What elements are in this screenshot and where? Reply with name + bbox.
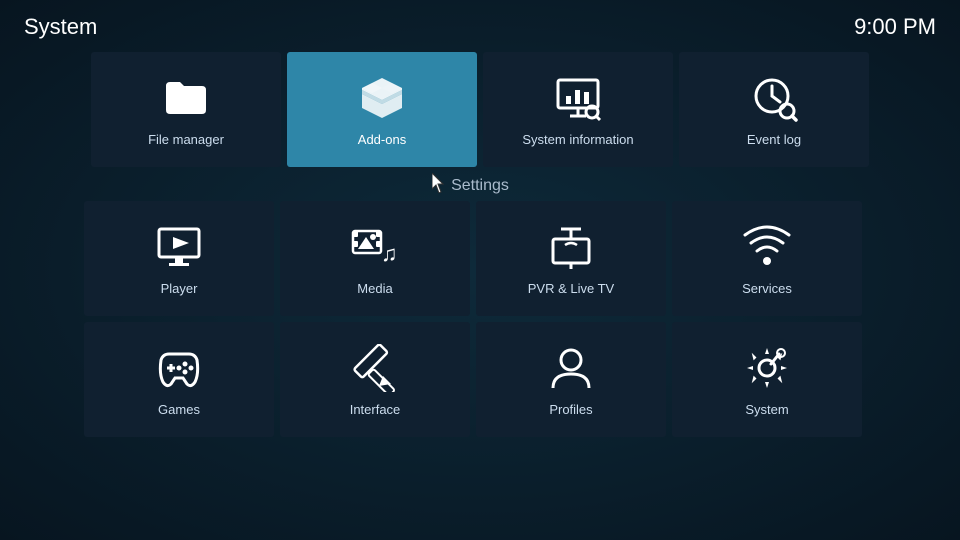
tile-profiles-label: Profiles bbox=[549, 402, 592, 417]
settings-row-1: Player ♫ Media bbox=[0, 201, 960, 316]
tile-file-manager[interactable]: File manager bbox=[91, 52, 281, 167]
tile-services-label: Services bbox=[742, 281, 792, 296]
profiles-icon bbox=[545, 342, 597, 394]
interface-icon bbox=[349, 342, 401, 394]
app-title: System bbox=[24, 14, 97, 40]
tile-profiles[interactable]: Profiles bbox=[476, 322, 666, 437]
player-icon bbox=[153, 221, 205, 273]
eventlog-icon bbox=[748, 72, 800, 124]
tile-player-label: Player bbox=[161, 281, 198, 296]
tile-system-information[interactable]: System information bbox=[483, 52, 673, 167]
tile-pvr[interactable]: PVR & Live TV bbox=[476, 201, 666, 316]
pvr-icon bbox=[545, 221, 597, 273]
tile-games[interactable]: Games bbox=[84, 322, 274, 437]
tile-file-manager-label: File manager bbox=[148, 132, 224, 147]
tile-system-information-label: System information bbox=[522, 132, 633, 147]
header: System 9:00 PM bbox=[0, 0, 960, 48]
tile-add-ons-label: Add-ons bbox=[358, 132, 406, 147]
media-icon: ♫ bbox=[349, 221, 401, 273]
tile-interface[interactable]: Interface bbox=[280, 322, 470, 437]
games-icon bbox=[153, 342, 205, 394]
tile-interface-label: Interface bbox=[350, 402, 401, 417]
addons-icon bbox=[356, 72, 408, 124]
tile-media-label: Media bbox=[357, 281, 392, 296]
top-tiles-row: File manager Add-ons bbox=[0, 52, 960, 167]
settings-row-2: Games Interface bbox=[0, 322, 960, 437]
system-settings-icon bbox=[741, 342, 793, 394]
tile-player[interactable]: Player bbox=[84, 201, 274, 316]
tile-media[interactable]: ♫ Media bbox=[280, 201, 470, 316]
folder-icon bbox=[160, 72, 212, 124]
main-container: System 9:00 PM File manager bbox=[0, 0, 960, 540]
sysinfo-icon bbox=[552, 72, 604, 124]
tile-services[interactable]: Services bbox=[672, 201, 862, 316]
tile-event-log[interactable]: Event log bbox=[679, 52, 869, 167]
settings-label: Settings bbox=[0, 177, 960, 195]
services-icon bbox=[741, 221, 793, 273]
clock: 9:00 PM bbox=[854, 14, 936, 40]
svg-text:♫: ♫ bbox=[381, 241, 398, 266]
tile-games-label: Games bbox=[158, 402, 200, 417]
tile-add-ons[interactable]: Add-ons bbox=[287, 52, 477, 167]
tile-system-settings[interactable]: System bbox=[672, 322, 862, 437]
tile-system-settings-label: System bbox=[745, 402, 788, 417]
tile-event-log-label: Event log bbox=[747, 132, 801, 147]
tile-pvr-label: PVR & Live TV bbox=[528, 281, 614, 296]
